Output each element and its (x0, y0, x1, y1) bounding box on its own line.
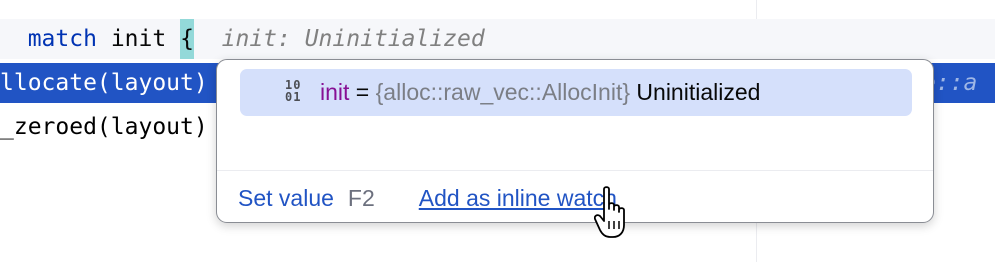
add-inline-watch-link[interactable]: Add as inline watch (419, 185, 617, 211)
variable-type: {alloc::raw_vec::AllocInit} (375, 79, 631, 105)
debugger-value-popup: 10 01 init = {alloc::raw_vec::AllocInit} … (216, 59, 934, 223)
variable-value-text: init = {alloc::raw_vec::AllocInit} Unini… (320, 69, 760, 116)
matched-brace: { (180, 19, 194, 59)
set-value-link[interactable]: Set value (238, 185, 334, 211)
variable-value: Uninitialized (636, 79, 761, 105)
variable-name: init (320, 79, 350, 105)
popup-actions: Set value F2 Add as inline watch (238, 178, 617, 218)
code-text-zeroed: _zeroed(layout) (0, 114, 208, 140)
equals-sign: = (355, 79, 370, 105)
variable-value-row[interactable]: 10 01 init = {alloc::raw_vec::AllocInit} … (240, 69, 912, 116)
hand-pointer-cursor-icon (594, 186, 625, 238)
code-text-allocate: llocate(layout) (0, 70, 208, 96)
keyword-match: match (27, 26, 97, 52)
set-value-shortcut: F2 (347, 185, 375, 211)
identifier-init: init (110, 26, 167, 52)
binary-value-icon: 10 01 (285, 78, 302, 104)
inlay-value-hint: init: Uninitialized (221, 26, 485, 52)
code-line-zeroed[interactable]: _zeroed(layout) (0, 107, 208, 147)
code-line-match[interactable]: match init { init: Uninitialized (0, 19, 995, 59)
popup-divider (217, 170, 933, 171)
